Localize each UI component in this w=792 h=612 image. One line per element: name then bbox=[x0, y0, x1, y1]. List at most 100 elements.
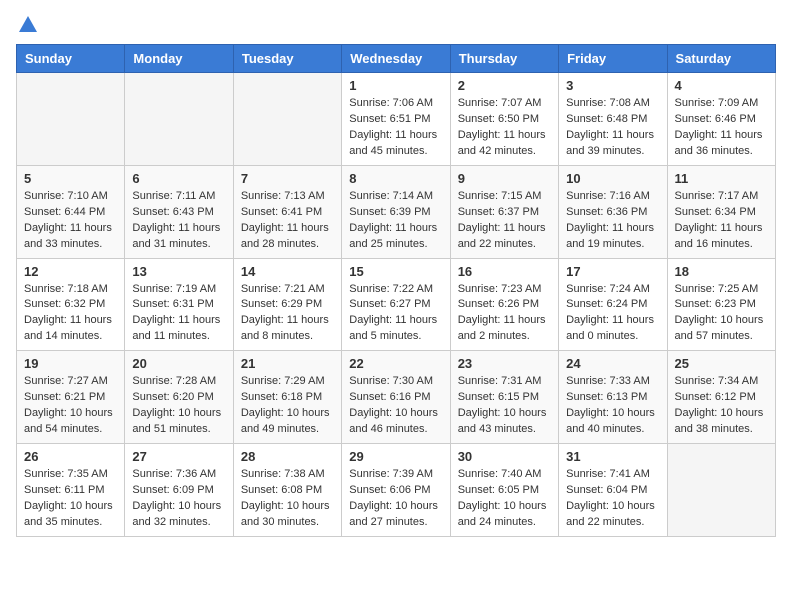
day-number: 19 bbox=[24, 356, 117, 371]
day-info: Sunrise: 7:19 AM Sunset: 6:31 PM Dayligh… bbox=[132, 282, 225, 346]
calendar-cell: 14 Sunrise: 7:21 AM Sunset: 6:29 PM Dayli… bbox=[233, 258, 341, 351]
day-number: 22 bbox=[349, 356, 442, 371]
day-info: Sunrise: 7:07 AM Sunset: 6:50 PM Dayligh… bbox=[458, 96, 551, 160]
day-info: Sunrise: 7:13 AM Sunset: 6:41 PM Dayligh… bbox=[241, 189, 334, 253]
day-number: 18 bbox=[675, 264, 768, 279]
calendar-cell: 23 Sunrise: 7:31 AM Sunset: 6:15 PM Dayli… bbox=[450, 351, 558, 444]
calendar-cell: 1 Sunrise: 7:06 AM Sunset: 6:51 PM Daylig… bbox=[342, 73, 450, 166]
calendar-cell bbox=[667, 444, 775, 537]
day-info: Sunrise: 7:27 AM Sunset: 6:21 PM Dayligh… bbox=[24, 374, 117, 438]
day-info: Sunrise: 7:33 AM Sunset: 6:13 PM Dayligh… bbox=[566, 374, 659, 438]
day-info: Sunrise: 7:22 AM Sunset: 6:27 PM Dayligh… bbox=[349, 282, 442, 346]
calendar-week-row: 5 Sunrise: 7:10 AM Sunset: 6:44 PM Daylig… bbox=[17, 165, 776, 258]
day-info: Sunrise: 7:40 AM Sunset: 6:05 PM Dayligh… bbox=[458, 467, 551, 531]
day-number: 14 bbox=[241, 264, 334, 279]
day-number: 6 bbox=[132, 171, 225, 186]
calendar-cell: 25Sunrise: 7:34 AM Sunset: 6:12 PM Dayli… bbox=[667, 351, 775, 444]
day-number: 15 bbox=[349, 264, 442, 279]
calendar-cell: 26 Sunrise: 7:35 AM Sunset: 6:11 PM Dayli… bbox=[17, 444, 125, 537]
calendar-header-saturday: Saturday bbox=[667, 45, 775, 73]
day-number: 27 bbox=[132, 449, 225, 464]
day-number: 1 bbox=[349, 78, 442, 93]
day-info: Sunrise: 7:25 AM Sunset: 6:23 PM Dayligh… bbox=[675, 282, 768, 346]
calendar-table: SundayMondayTuesdayWednesdayThursdayFrid… bbox=[16, 44, 776, 537]
day-info: Sunrise: 7:39 AM Sunset: 6:06 PM Dayligh… bbox=[349, 467, 442, 531]
day-number: 5 bbox=[24, 171, 117, 186]
calendar-cell: 16 Sunrise: 7:23 AM Sunset: 6:26 PM Dayli… bbox=[450, 258, 558, 351]
day-number: 7 bbox=[241, 171, 334, 186]
day-number: 13 bbox=[132, 264, 225, 279]
calendar-header-row: SundayMondayTuesdayWednesdayThursdayFrid… bbox=[17, 45, 776, 73]
calendar-header-tuesday: Tuesday bbox=[233, 45, 341, 73]
day-number: 24 bbox=[566, 356, 659, 371]
calendar-cell: 2 Sunrise: 7:07 AM Sunset: 6:50 PM Daylig… bbox=[450, 73, 558, 166]
calendar-header-sunday: Sunday bbox=[17, 45, 125, 73]
day-number: 4 bbox=[675, 78, 768, 93]
day-info: Sunrise: 7:17 AM Sunset: 6:34 PM Dayligh… bbox=[675, 189, 768, 253]
day-info: Sunrise: 7:35 AM Sunset: 6:11 PM Dayligh… bbox=[24, 467, 117, 531]
day-number: 21 bbox=[241, 356, 334, 371]
day-number: 23 bbox=[458, 356, 551, 371]
day-number: 2 bbox=[458, 78, 551, 93]
calendar-cell: 27Sunrise: 7:36 AM Sunset: 6:09 PM Dayli… bbox=[125, 444, 233, 537]
calendar-cell: 6Sunrise: 7:11 AM Sunset: 6:43 PM Daylig… bbox=[125, 165, 233, 258]
day-info: Sunrise: 7:18 AM Sunset: 6:32 PM Dayligh… bbox=[24, 282, 117, 346]
day-number: 31 bbox=[566, 449, 659, 464]
calendar-week-row: 19 Sunrise: 7:27 AM Sunset: 6:21 PM Dayli… bbox=[17, 351, 776, 444]
day-number: 3 bbox=[566, 78, 659, 93]
calendar-cell: 10 Sunrise: 7:16 AM Sunset: 6:36 PM Dayli… bbox=[559, 165, 667, 258]
calendar-cell: 18 Sunrise: 7:25 AM Sunset: 6:23 PM Dayli… bbox=[667, 258, 775, 351]
day-info: Sunrise: 7:38 AM Sunset: 6:08 PM Dayligh… bbox=[241, 467, 334, 531]
day-info: Sunrise: 7:21 AM Sunset: 6:29 PM Dayligh… bbox=[241, 282, 334, 346]
day-info: Sunrise: 7:10 AM Sunset: 6:44 PM Dayligh… bbox=[24, 189, 117, 253]
calendar-cell: 20 Sunrise: 7:28 AM Sunset: 6:20 PM Dayli… bbox=[125, 351, 233, 444]
day-info: Sunrise: 7:06 AM Sunset: 6:51 PM Dayligh… bbox=[349, 96, 442, 160]
day-info: Sunrise: 7:24 AM Sunset: 6:24 PM Dayligh… bbox=[566, 282, 659, 346]
day-info: Sunrise: 7:41 AM Sunset: 6:04 PM Dayligh… bbox=[566, 467, 659, 531]
day-number: 10 bbox=[566, 171, 659, 186]
calendar-cell: 29 Sunrise: 7:39 AM Sunset: 6:06 PM Dayli… bbox=[342, 444, 450, 537]
calendar-cell: 13 Sunrise: 7:19 AM Sunset: 6:31 PM Dayli… bbox=[125, 258, 233, 351]
calendar-cell: 28 Sunrise: 7:38 AM Sunset: 6:08 PM Dayli… bbox=[233, 444, 341, 537]
day-number: 25 bbox=[675, 356, 768, 371]
day-number: 17 bbox=[566, 264, 659, 279]
calendar-week-row: 1 Sunrise: 7:06 AM Sunset: 6:51 PM Daylig… bbox=[17, 73, 776, 166]
day-info: Sunrise: 7:09 AM Sunset: 6:46 PM Dayligh… bbox=[675, 96, 768, 160]
day-number: 12 bbox=[24, 264, 117, 279]
calendar-cell: 24 Sunrise: 7:33 AM Sunset: 6:13 PM Dayli… bbox=[559, 351, 667, 444]
calendar-cell: 12 Sunrise: 7:18 AM Sunset: 6:32 PM Dayli… bbox=[17, 258, 125, 351]
day-info: Sunrise: 7:31 AM Sunset: 6:15 PM Dayligh… bbox=[458, 374, 551, 438]
calendar-cell: 9 Sunrise: 7:15 AM Sunset: 6:37 PM Daylig… bbox=[450, 165, 558, 258]
day-number: 28 bbox=[241, 449, 334, 464]
calendar-cell bbox=[125, 73, 233, 166]
day-info: Sunrise: 7:30 AM Sunset: 6:16 PM Dayligh… bbox=[349, 374, 442, 438]
calendar-cell: 11 Sunrise: 7:17 AM Sunset: 6:34 PM Dayli… bbox=[667, 165, 775, 258]
day-info: Sunrise: 7:23 AM Sunset: 6:26 PM Dayligh… bbox=[458, 282, 551, 346]
day-number: 30 bbox=[458, 449, 551, 464]
day-number: 8 bbox=[349, 171, 442, 186]
day-info: Sunrise: 7:15 AM Sunset: 6:37 PM Dayligh… bbox=[458, 189, 551, 253]
calendar-cell: 3 Sunrise: 7:08 AM Sunset: 6:48 PM Daylig… bbox=[559, 73, 667, 166]
calendar-cell: 21Sunrise: 7:29 AM Sunset: 6:18 PM Dayli… bbox=[233, 351, 341, 444]
calendar-cell: 17 Sunrise: 7:24 AM Sunset: 6:24 PM Dayli… bbox=[559, 258, 667, 351]
calendar-cell: 4 Sunrise: 7:09 AM Sunset: 6:46 PM Daylig… bbox=[667, 73, 775, 166]
day-number: 11 bbox=[675, 171, 768, 186]
day-number: 26 bbox=[24, 449, 117, 464]
day-number: 20 bbox=[132, 356, 225, 371]
day-number: 16 bbox=[458, 264, 551, 279]
page-header bbox=[16, 16, 776, 32]
day-info: Sunrise: 7:28 AM Sunset: 6:20 PM Dayligh… bbox=[132, 374, 225, 438]
day-info: Sunrise: 7:14 AM Sunset: 6:39 PM Dayligh… bbox=[349, 189, 442, 253]
calendar-header-friday: Friday bbox=[559, 45, 667, 73]
logo-triangle-icon bbox=[19, 16, 37, 32]
calendar-cell bbox=[17, 73, 125, 166]
calendar-header-thursday: Thursday bbox=[450, 45, 558, 73]
day-info: Sunrise: 7:08 AM Sunset: 6:48 PM Dayligh… bbox=[566, 96, 659, 160]
calendar-cell: 31 Sunrise: 7:41 AM Sunset: 6:04 PM Dayli… bbox=[559, 444, 667, 537]
day-number: 9 bbox=[458, 171, 551, 186]
day-info: Sunrise: 7:16 AM Sunset: 6:36 PM Dayligh… bbox=[566, 189, 659, 253]
calendar-cell: 19 Sunrise: 7:27 AM Sunset: 6:21 PM Dayli… bbox=[17, 351, 125, 444]
logo bbox=[16, 16, 37, 32]
calendar-cell: 5 Sunrise: 7:10 AM Sunset: 6:44 PM Daylig… bbox=[17, 165, 125, 258]
day-number: 29 bbox=[349, 449, 442, 464]
